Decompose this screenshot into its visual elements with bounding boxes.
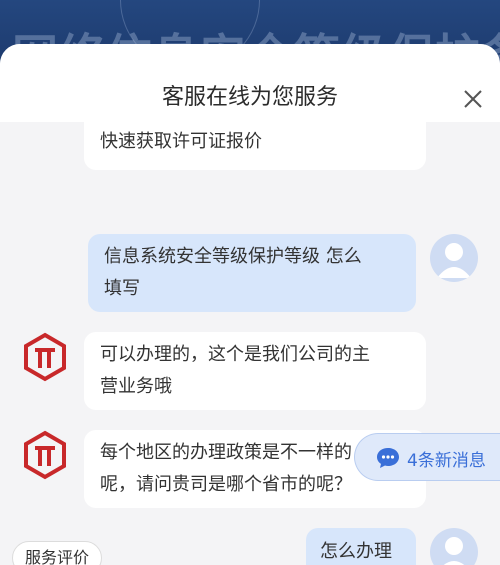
message-text: 快速获取许可证报价 [100, 131, 262, 152]
message-text: 可以办理的，这个是我们公司的主 营业务哦 [100, 344, 370, 397]
user-message: 信息系统安全等级保护等级 怎么 填写 [88, 234, 416, 312]
chat-header: 客服在线为您服务 [0, 44, 500, 122]
user-icon [443, 537, 465, 565]
chat-sheet: 客服在线为您服务 请 · 心理 · 访 · 至 · 至 · 访 · 访 · 快速… [0, 44, 500, 565]
agent-avatar [20, 430, 70, 480]
service-evaluation-button[interactable]: 服务评价 [12, 541, 102, 565]
message-list[interactable]: 请 · 心理 · 访 · 至 · 至 · 访 · 访 · 快速获取许可证报价 信… [0, 122, 500, 565]
agent-avatar [20, 332, 70, 382]
new-messages-button[interactable]: 4条新消息 [354, 433, 500, 481]
new-messages-label: 4条新消息 [407, 451, 486, 471]
user-avatar [430, 234, 478, 282]
close-icon[interactable] [460, 86, 486, 112]
page-title: 客服在线为您服务 [161, 85, 338, 110]
user-icon [437, 243, 471, 278]
agent-message: 请 · 心理 · 访 · 至 · 至 · 访 · 访 · 快速获取许可证报价 [84, 122, 426, 170]
company-logo-icon [24, 332, 66, 382]
message-text: 怎么办理 [320, 541, 392, 562]
agent-message: 可以办理的，这个是我们公司的主 营业务哦 [84, 332, 426, 410]
company-logo-icon [24, 430, 66, 480]
chat-bubble-icon [377, 448, 399, 468]
message-text: 信息系统安全等级保护等级 怎么 填写 [104, 246, 362, 299]
user-avatar [430, 528, 478, 565]
user-message: 怎么办理 [306, 528, 416, 565]
